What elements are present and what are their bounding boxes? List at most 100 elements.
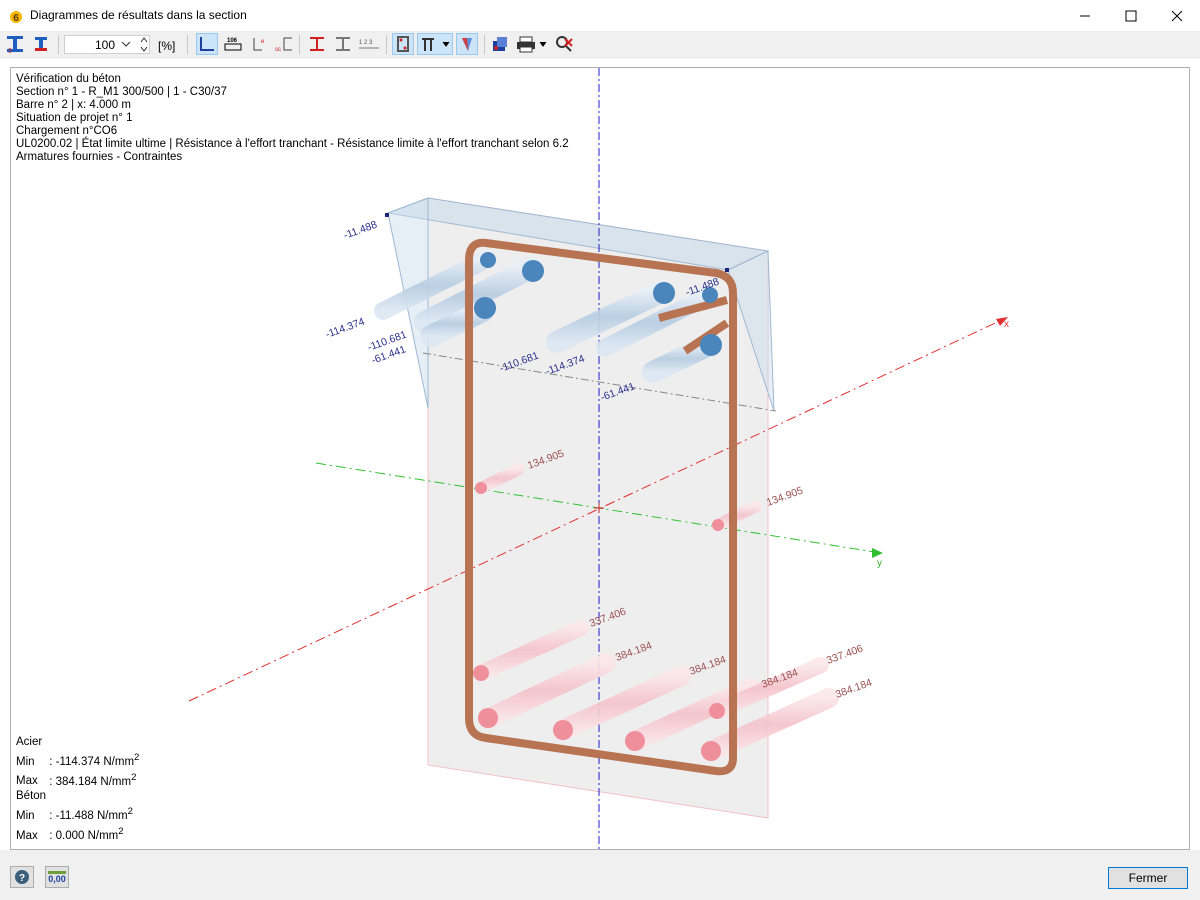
help-button[interactable]: ? [10, 866, 34, 888]
unit-exponent: 2 [118, 826, 124, 838]
unit: N/mm [96, 810, 128, 823]
rebar [553, 720, 573, 740]
decimals-button[interactable]: 0,00 [45, 866, 69, 888]
steel-title: Acier [16, 735, 43, 748]
rebar [474, 297, 496, 319]
sc-points-button[interactable]: sc [273, 33, 295, 55]
rebar [653, 282, 675, 304]
concrete-title: Béton [16, 790, 47, 803]
zoom-value: 100 [94, 38, 115, 52]
corner-section-icon [200, 37, 214, 51]
stress-tau-button[interactable] [31, 33, 53, 55]
maximize-icon [1125, 10, 1137, 21]
svg-text:?: ? [19, 873, 25, 884]
rebar-icon [397, 36, 409, 52]
unit-exponent: 2 [131, 771, 137, 783]
max-label: Max [16, 830, 38, 842]
stress-value: 134.905 [765, 485, 805, 509]
concrete-max-row: Max : 0.000 N/mm2 [16, 824, 139, 844]
export-icon [493, 37, 507, 51]
rebar [480, 252, 496, 268]
rebar [475, 482, 487, 494]
dimension-button[interactable] [306, 33, 328, 55]
zoom-unit: [%] [158, 39, 176, 53]
steel-min-row: Min : -114.374 N/mm2 [16, 750, 139, 770]
svg-text:106: 106 [227, 38, 238, 44]
separator: : [49, 755, 53, 768]
show-section-button[interactable] [196, 33, 218, 55]
stress-value: 384.184 [834, 677, 874, 701]
info-line: Barre n° 2 | x: 4.000 m [16, 99, 131, 111]
numbering-button[interactable]: 1 2 3 [358, 33, 380, 55]
min-label: Min [16, 755, 35, 768]
dimension-gray-icon [336, 37, 350, 51]
zoom-combobox[interactable]: 100 [64, 35, 150, 54]
minimize-icon [1080, 15, 1090, 16]
concrete-min-value: -11.488 [55, 810, 94, 823]
zoom-spinner[interactable] [139, 35, 149, 54]
extreme-values: Acier Min : -114.374 N/mm2 Max : 384.184… [16, 735, 139, 844]
corner-marker [385, 213, 389, 217]
svg-text:e: e [261, 39, 265, 45]
maximize-button[interactable] [1108, 0, 1154, 31]
app-icon: 6 [10, 11, 22, 24]
toolbar-separator [484, 35, 485, 54]
stress-value: -11.488 [342, 219, 379, 242]
magnifier-icon [556, 36, 573, 52]
x-axis-label: x [1004, 319, 1009, 330]
stress-points-button[interactable]: e [249, 33, 271, 55]
close-button[interactable]: Fermer [1108, 867, 1188, 889]
color-scale-button[interactable] [456, 33, 478, 55]
unit-exponent: 2 [127, 806, 133, 818]
sc-points-icon: sc [275, 37, 292, 53]
print-icon [517, 36, 547, 53]
svg-text:1 2 3: 1 2 3 [359, 40, 373, 46]
help-icon: ? [15, 870, 29, 884]
rebar [709, 703, 725, 719]
toolbar-separator [299, 35, 300, 54]
svg-text:sc: sc [275, 47, 281, 53]
y-axis-arrow [872, 548, 883, 558]
corner-marker [725, 268, 729, 272]
export-button[interactable] [490, 33, 512, 55]
separator: : [49, 810, 53, 823]
diagram-type-dropdown[interactable] [417, 33, 453, 55]
values-icon: 106 [224, 38, 242, 51]
minimize-button[interactable] [1062, 0, 1108, 31]
section-diagram: x y -11.488 -114.374 -110.681 -61.441 -1… [188, 68, 1009, 849]
separator: : [49, 830, 53, 842]
dimension-icon [310, 37, 324, 51]
toolbar: 3 100 [%] 106 e sc 1 2 3 [0, 31, 1200, 59]
result-info: Vérification du béton Section n° 1 - R_M… [16, 73, 569, 164]
stress-value: -114.374 [324, 316, 366, 341]
steel-max-row: Max : 384.184 N/mm2 [16, 770, 139, 790]
concrete-max-value: 0.000 [55, 830, 85, 842]
steel-max-value: 384.184 [55, 775, 98, 788]
section-shear-icon [35, 37, 47, 51]
rebar [712, 519, 724, 531]
stress-points-icon: e [253, 38, 265, 51]
min-label: Min [16, 810, 35, 823]
rebar [625, 731, 645, 751]
diagram-viewport[interactable]: x y -11.488 -114.374 -110.681 -61.441 -1… [10, 67, 1190, 850]
toolbar-separator [58, 35, 59, 54]
print-dropdown[interactable] [515, 33, 549, 55]
close-icon [1171, 10, 1183, 21]
svg-text:3: 3 [8, 48, 12, 54]
concrete-min-row: Min : -11.488 N/mm2 [16, 804, 139, 824]
dimension-gray-button[interactable] [332, 33, 354, 55]
stress-value: 337.406 [825, 643, 865, 667]
unit-exponent: 2 [134, 751, 140, 763]
show-values-button[interactable]: 106 [222, 33, 244, 55]
rebar [701, 741, 721, 761]
info-line: Section n° 1 - R_M1 300/500 | 1 - C30/37 [16, 86, 227, 98]
reinforcement-button[interactable] [392, 33, 414, 55]
unit: N/mm [103, 755, 135, 768]
stress-sigma-button[interactable]: 3 [4, 33, 26, 55]
zoom-reset-button[interactable] [553, 33, 575, 55]
rebar [473, 665, 489, 681]
close-window-button[interactable] [1154, 0, 1200, 31]
info-line: Situation de projet n° 1 [16, 112, 133, 124]
numbering-icon: 1 2 3 [359, 40, 379, 49]
unit: N/mm [87, 830, 119, 842]
